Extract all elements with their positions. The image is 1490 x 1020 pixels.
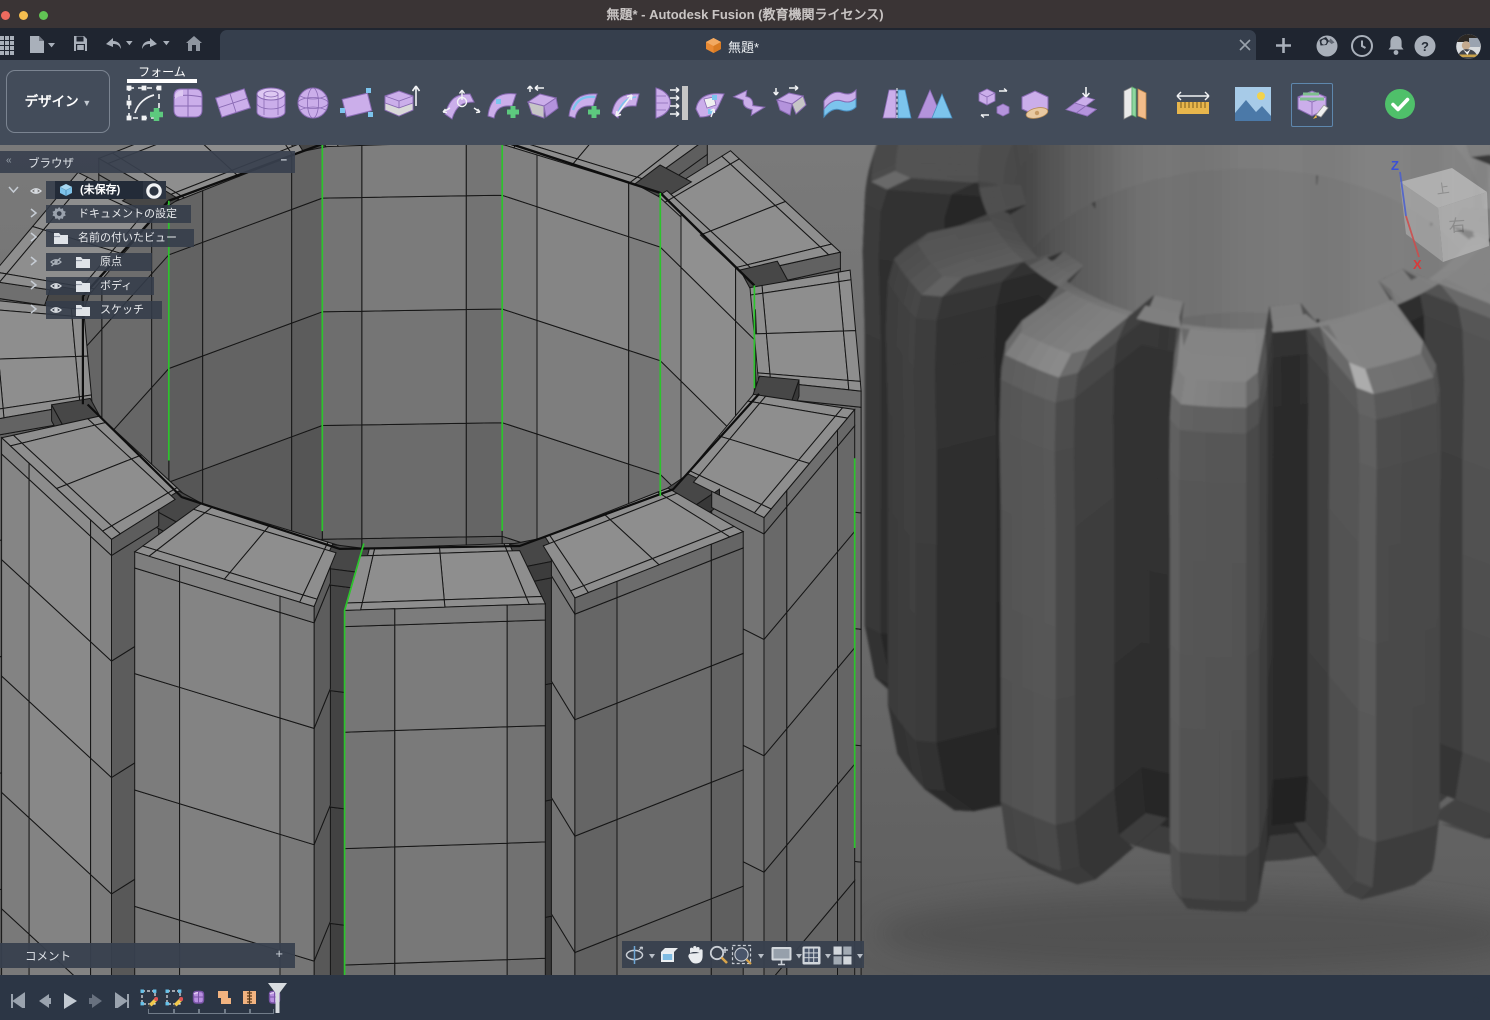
- svg-text:右: 右: [1448, 216, 1466, 236]
- svg-text:Z: Z: [1391, 158, 1399, 173]
- svg-text:?: ?: [1421, 39, 1429, 54]
- svg-text:上: 上: [1435, 180, 1450, 197]
- svg-text:X: X: [1413, 257, 1422, 272]
